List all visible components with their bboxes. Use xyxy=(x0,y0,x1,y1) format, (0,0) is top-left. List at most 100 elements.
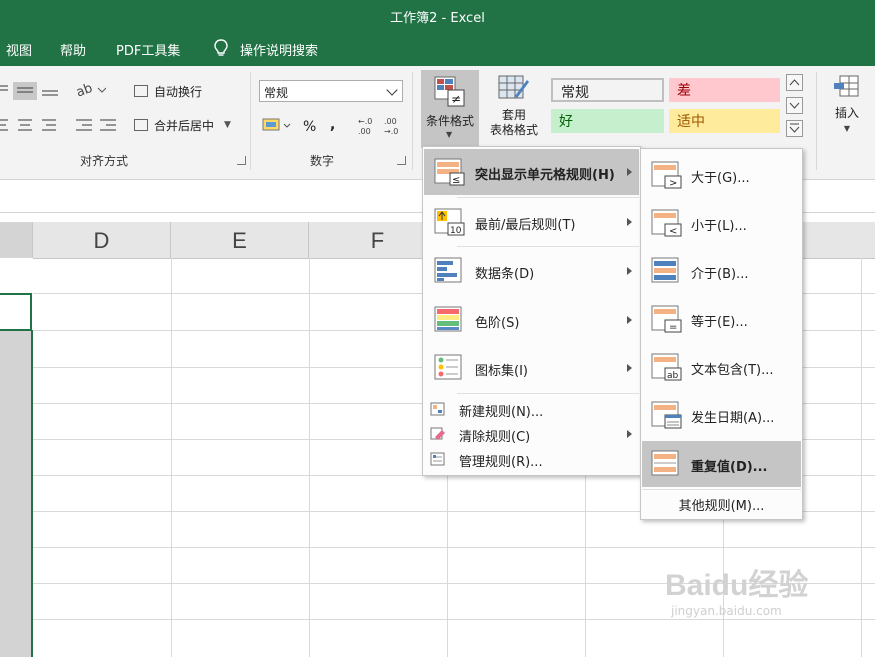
menu-item-data-bars[interactable]: 数据条(D) xyxy=(424,248,639,294)
percent-style-button[interactable]: % xyxy=(303,116,316,138)
column-header-d[interactable]: D xyxy=(33,222,171,258)
styles-scroll-up-button[interactable] xyxy=(786,74,803,91)
column-header-e[interactable]: E xyxy=(171,222,309,258)
submenu-item-date-occurring[interactable]: 发生日期(A)... xyxy=(642,392,801,438)
equal-to-icon: = xyxy=(651,305,682,333)
between-icon xyxy=(651,257,679,283)
wrap-text-button[interactable]: 自动换行 xyxy=(134,80,202,102)
title-bar: 工作簿2 - Excel xyxy=(0,0,875,30)
submenu-item-more-rules[interactable]: 其他规则(M)... xyxy=(642,493,801,515)
group-label-alignment: 对齐方式 xyxy=(80,154,129,168)
submenu-item-greater-than[interactable]: > 大于(G)... xyxy=(642,152,801,198)
less-than-icon: < xyxy=(651,209,682,237)
group-divider xyxy=(412,72,413,170)
clear-rules-icon xyxy=(430,427,445,440)
increase-decimal-icon: ←.0 xyxy=(358,117,372,126)
greater-than-icon: > xyxy=(651,161,682,189)
chevron-down-icon xyxy=(789,102,800,109)
submenu-item-between[interactable]: 介于(B)... xyxy=(642,248,801,294)
decrease-decimal-icon: .00 xyxy=(384,117,397,126)
horizontal-align-icons[interactable] xyxy=(0,116,122,134)
conditional-formatting-button[interactable]: ≠ 条件格式 ▼ xyxy=(421,70,479,148)
data-bars-icon xyxy=(434,257,462,283)
chevron-right-icon xyxy=(627,430,632,438)
watermark-brand: Baidu经验 xyxy=(665,569,809,602)
new-rule-icon xyxy=(430,402,445,416)
chevron-right-icon xyxy=(627,316,632,324)
insert-button[interactable]: 插入 ▼ xyxy=(826,74,868,136)
cell-style-bad[interactable]: 差 xyxy=(669,78,780,102)
svg-text:→.0: →.0 xyxy=(384,127,398,136)
watermark-url: jingyan.baidu.com xyxy=(671,604,782,618)
more-icon xyxy=(789,123,800,133)
submenu-item-duplicate-values[interactable]: 重复值(D)... xyxy=(642,441,801,487)
submenu-item-text-contains[interactable]: ab 文本包含(T)... xyxy=(642,344,801,390)
chevron-right-icon xyxy=(627,218,632,226)
tell-me-search[interactable]: 操作说明搜索 xyxy=(240,40,318,59)
menu-item-top-bottom-rules[interactable]: 10 最前/最后规则(T) xyxy=(424,199,639,245)
watermark: Baidu经验 jingyan.baidu.com xyxy=(665,560,808,618)
conditional-formatting-menu: ≤ 突出显示单元格规则(H) 10 最前/最后规则(T) 数据条(D) 色阶(S… xyxy=(422,146,641,476)
decimal-buttons[interactable]: ←.0 .00 .00 →.0 xyxy=(356,114,406,136)
vertical-align-icons[interactable] xyxy=(0,82,60,100)
icon-sets-icon xyxy=(434,354,462,380)
chevron-right-icon xyxy=(627,267,632,275)
svg-text:=: = xyxy=(669,322,677,333)
manage-rules-icon xyxy=(430,452,445,466)
svg-text:10: 10 xyxy=(450,226,462,236)
wrap-text-icon xyxy=(134,85,148,97)
comma-style-button[interactable]: , xyxy=(330,114,335,136)
tab-pdf-tools[interactable]: PDF工具集 xyxy=(116,40,180,59)
submenu-item-equal-to[interactable]: = 等于(E)... xyxy=(642,296,801,342)
cell-style-normal[interactable]: 常规 xyxy=(551,78,664,102)
svg-text:<: < xyxy=(669,226,677,237)
cell-style-good[interactable]: 好 xyxy=(551,109,664,133)
svg-text:>: > xyxy=(669,178,677,189)
svg-text:ab: ab xyxy=(74,81,94,100)
svg-text:≠: ≠ xyxy=(451,92,461,106)
merge-center-button[interactable]: 合并后居中 ▼ xyxy=(134,114,231,136)
alignment-launcher-icon[interactable] xyxy=(237,156,246,165)
chevron-down-icon xyxy=(386,84,398,96)
orientation-icon[interactable]: ab xyxy=(74,80,106,100)
conditional-formatting-icon: ≠ xyxy=(434,76,465,107)
styles-more-button[interactable] xyxy=(786,120,803,137)
menu-item-highlight-cells-rules[interactable]: ≤ 突出显示单元格规则(H) xyxy=(424,149,639,195)
svg-text:≤: ≤ xyxy=(452,175,460,186)
date-occurring-icon xyxy=(651,401,682,429)
lightbulb-icon[interactable] xyxy=(212,38,230,58)
menu-item-manage-rules[interactable]: 管理规则(R)... xyxy=(424,447,639,471)
top-bottom-rules-icon: 10 xyxy=(434,208,465,236)
format-as-table-button[interactable]: 套用 表格格式 xyxy=(481,74,547,138)
chevron-up-icon xyxy=(789,79,800,86)
submenu-item-less-than[interactable]: < 小于(L)... xyxy=(642,200,801,246)
svg-text:ab: ab xyxy=(667,371,679,381)
duplicate-values-icon xyxy=(651,450,679,476)
active-cell[interactable] xyxy=(0,293,32,331)
cell-style-neutral[interactable]: 适中 xyxy=(669,109,780,133)
chevron-down-icon: ▼ xyxy=(843,124,851,133)
menu-item-new-rule[interactable]: 新建规则(N)... xyxy=(424,397,639,421)
chevron-right-icon xyxy=(627,168,632,176)
insert-cells-icon xyxy=(834,75,859,97)
group-divider xyxy=(250,72,251,170)
highlight-cells-submenu: > 大于(G)... < 小于(L)... 介于(B)... = 等于(E)..… xyxy=(640,148,803,520)
menu-item-clear-rules[interactable]: 清除规则(C) xyxy=(424,422,639,446)
number-format-select[interactable]: 常规 xyxy=(259,80,403,102)
text-contains-icon: ab xyxy=(651,353,682,381)
select-all-corner[interactable] xyxy=(0,222,33,258)
merge-center-icon xyxy=(134,119,148,131)
chevron-down-icon: ▼ xyxy=(446,130,453,139)
selected-column-area xyxy=(0,258,33,657)
group-label-number: 数字 xyxy=(310,154,335,168)
styles-scroll-down-button[interactable] xyxy=(786,97,803,114)
tab-help[interactable]: 帮助 xyxy=(60,40,86,59)
color-scales-icon xyxy=(434,306,462,332)
group-divider xyxy=(816,72,817,170)
accounting-format-icon[interactable] xyxy=(262,116,294,134)
number-launcher-icon[interactable] xyxy=(397,156,406,165)
tab-view[interactable]: 视图 xyxy=(6,40,32,59)
menu-item-icon-sets[interactable]: 图标集(I) xyxy=(424,345,639,391)
menu-item-color-scales[interactable]: 色阶(S) xyxy=(424,297,639,343)
svg-text:.00: .00 xyxy=(358,127,371,136)
